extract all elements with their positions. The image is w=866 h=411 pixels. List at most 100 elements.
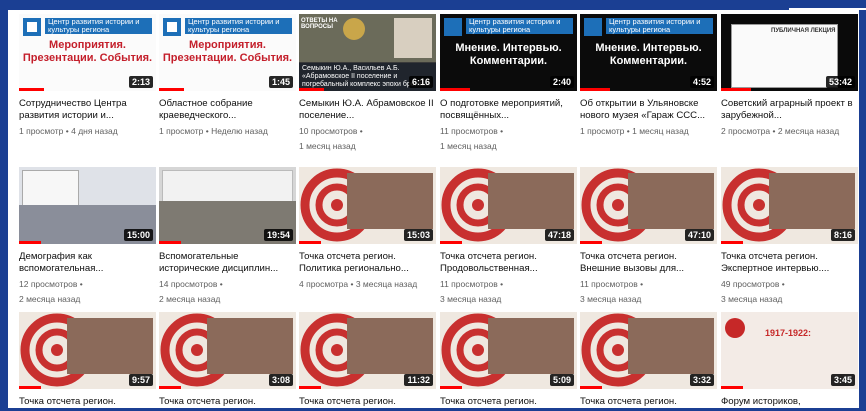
thumb-caption: ПУБЛИЧНАЯ ЛЕКЦИЯ (771, 28, 836, 34)
video-thumbnail[interactable]: 5:09 (440, 312, 577, 389)
video-thumbnail[interactable]: Центр развития истории и культуры регион… (440, 14, 577, 91)
duration-badge: 9:57 (128, 374, 153, 386)
watch-progress-bar (440, 241, 462, 244)
video-thumbnail[interactable]: Центр развития истории и культуры регион… (159, 14, 296, 91)
video-card[interactable]: Центр развития истории и культуры регион… (19, 14, 156, 140)
video-thumbnail[interactable]: 3:08 (159, 312, 296, 389)
video-card[interactable]: 11:32 Точка отсчета регион. (299, 312, 436, 411)
video-thumbnail[interactable]: 19:54 (159, 167, 296, 244)
video-card[interactable]: 15:03 Точка отсчета регион. Политика рег… (299, 167, 436, 293)
video-card[interactable]: ПУБЛИЧНАЯ ЛЕКЦИЯ 53:42 Советский аграрны… (721, 14, 858, 140)
video-title[interactable]: Точка отсчета регион. (580, 396, 717, 408)
video-title[interactable]: Об открытии в Ульяновске нового музея «Г… (580, 98, 717, 122)
video-title[interactable]: Вспомогательные исторические дисциплин..… (159, 251, 296, 275)
video-meta-date: 3 месяца назад (440, 294, 502, 304)
collage-photos (628, 318, 714, 374)
video-card[interactable]: Центр развития истории и культуры регион… (159, 14, 296, 140)
video-card[interactable]: 15:00 Демография как вспомогательная... … (19, 167, 156, 305)
collage-photos (67, 318, 153, 374)
duration-badge: 3:32 (689, 374, 714, 386)
video-thumbnail[interactable]: ОТВЕТЫ НА ВОПРОСЫ Семыкин Ю.А., Васильев… (299, 14, 436, 91)
watch-progress-bar (19, 386, 41, 389)
video-title[interactable]: Сотрудничество Центра развития истории и… (19, 98, 156, 122)
video-card[interactable]: 1917-1922: 3:45 Форум историков, (721, 312, 858, 411)
video-card[interactable]: 19:54 Вспомогательные исторические дисци… (159, 167, 296, 305)
video-meta: 2 просмотра • 2 месяца назад (721, 126, 840, 136)
video-grid-panel: Центр развития истории и культуры регион… (8, 10, 859, 408)
video-title[interactable]: Советский аграрный проект в зарубежной..… (721, 98, 858, 122)
thumb-header: Центр развития истории и культуры регион… (185, 18, 292, 34)
video-meta-date: 1 месяц назад (299, 141, 356, 151)
watch-progress-bar (159, 386, 181, 389)
video-card[interactable]: 9:57 Точка отсчета регион. (19, 312, 156, 411)
duration-badge: 8:16 (830, 229, 855, 241)
duration-badge: 47:10 (684, 229, 714, 241)
video-card[interactable]: Центр развития истории и культуры регион… (440, 14, 577, 152)
duration-badge: 19:54 (263, 229, 293, 241)
watch-progress-bar (440, 88, 471, 91)
duration-badge: 3:08 (268, 374, 293, 386)
video-card[interactable]: 8:16 Точка отсчета регион. Экспертное ин… (721, 167, 858, 305)
video-thumbnail[interactable]: 11:32 (299, 312, 436, 389)
video-thumbnail[interactable]: 15:03 (299, 167, 436, 244)
video-meta: 49 просмотров • (721, 279, 785, 289)
video-title[interactable]: Точка отсчета регион. Внешние вызовы для… (580, 251, 717, 275)
video-title[interactable]: О подготовке мероприятий, посвящённых... (440, 98, 577, 122)
window-frame-accent (789, 0, 866, 10)
video-thumbnail[interactable]: Центр развития истории и культуры регион… (580, 14, 717, 91)
video-title[interactable]: Точка отсчета регион. Политика региональ… (299, 251, 436, 275)
video-card[interactable]: 3:32 Точка отсчета регион. (580, 312, 717, 411)
video-card[interactable]: Центр развития истории и культуры регион… (580, 14, 717, 140)
video-thumbnail[interactable]: 8:16 (721, 167, 858, 244)
video-meta: 1 просмотр • 4 дня назад (19, 126, 118, 136)
duration-badge: 2:13 (128, 76, 153, 88)
video-thumbnail[interactable]: 1917-1922: 3:45 (721, 312, 858, 389)
speaker-photo (394, 18, 432, 58)
duration-badge: 15:03 (403, 229, 433, 241)
video-title[interactable]: Точка отсчета регион. Продовольственная.… (440, 251, 577, 275)
collage-photos (207, 318, 293, 374)
video-title[interactable]: Областное собрание краеведческого... (159, 98, 296, 122)
duration-badge: 4:52 (689, 76, 714, 88)
video-title[interactable]: Точка отсчета регион. (19, 396, 156, 408)
duration-badge: 6:16 (408, 76, 433, 88)
thumb-caption: Мнение. Интервью. Комментарии. (595, 42, 702, 67)
collage-photos (628, 173, 714, 229)
video-title[interactable]: Форум историков, (721, 396, 858, 408)
center-logo (163, 18, 181, 36)
watch-progress-bar (580, 386, 602, 389)
video-title[interactable]: Точка отсчета регион. (159, 396, 296, 408)
duration-badge: 11:32 (404, 374, 433, 386)
video-title[interactable]: Точка отсчета регион. (440, 396, 577, 408)
video-meta: 1 просмотр • 1 месяц назад (580, 126, 689, 136)
video-thumbnail[interactable]: ПУБЛИЧНАЯ ЛЕКЦИЯ 53:42 (721, 14, 858, 91)
video-title[interactable]: Семыкин Ю.А. Абрамовское II поселение... (299, 98, 436, 122)
video-card[interactable]: ОТВЕТЫ НА ВОПРОСЫ Семыкин Ю.А., Васильев… (299, 14, 436, 152)
watch-progress-bar (580, 241, 602, 244)
video-meta: 10 просмотров • (299, 126, 363, 136)
presentation-slide (162, 170, 293, 202)
watch-progress-bar (299, 88, 324, 91)
video-title[interactable]: Точка отсчета регион. Экспертное интервь… (721, 251, 858, 275)
video-thumbnail[interactable]: 3:32 (580, 312, 717, 389)
watch-progress-bar (19, 88, 44, 91)
duration-badge: 47:18 (544, 229, 574, 241)
video-meta-date: 2 месяца назад (19, 294, 81, 304)
video-title[interactable]: Демография как вспомогательная... (19, 251, 156, 275)
watch-progress-bar (721, 241, 743, 244)
video-thumbnail[interactable]: 9:57 (19, 312, 156, 389)
video-card[interactable]: 5:09 Точка отсчета регион. (440, 312, 577, 411)
video-thumbnail[interactable]: 47:10 (580, 167, 717, 244)
video-card[interactable]: 47:18 Точка отсчета регион. Продовольств… (440, 167, 577, 305)
thumb-top-label: ОТВЕТЫ НА ВОПРОСЫ (301, 18, 338, 30)
video-thumbnail[interactable]: 47:18 (440, 167, 577, 244)
video-thumbnail[interactable]: Центр развития истории и культуры регион… (19, 14, 156, 91)
watch-progress-bar (299, 241, 321, 244)
video-card[interactable]: 3:08 Точка отсчета регион. (159, 312, 296, 411)
thumb-caption: Мероприятия. Презентации. События. (162, 39, 293, 64)
video-title[interactable]: Точка отсчета регион. (299, 396, 436, 408)
video-thumbnail[interactable]: 15:00 (19, 167, 156, 244)
duration-badge: 1:45 (268, 76, 293, 88)
video-card[interactable]: 47:10 Точка отсчета регион. Внешние вызо… (580, 167, 717, 305)
collage-photos (488, 318, 574, 374)
